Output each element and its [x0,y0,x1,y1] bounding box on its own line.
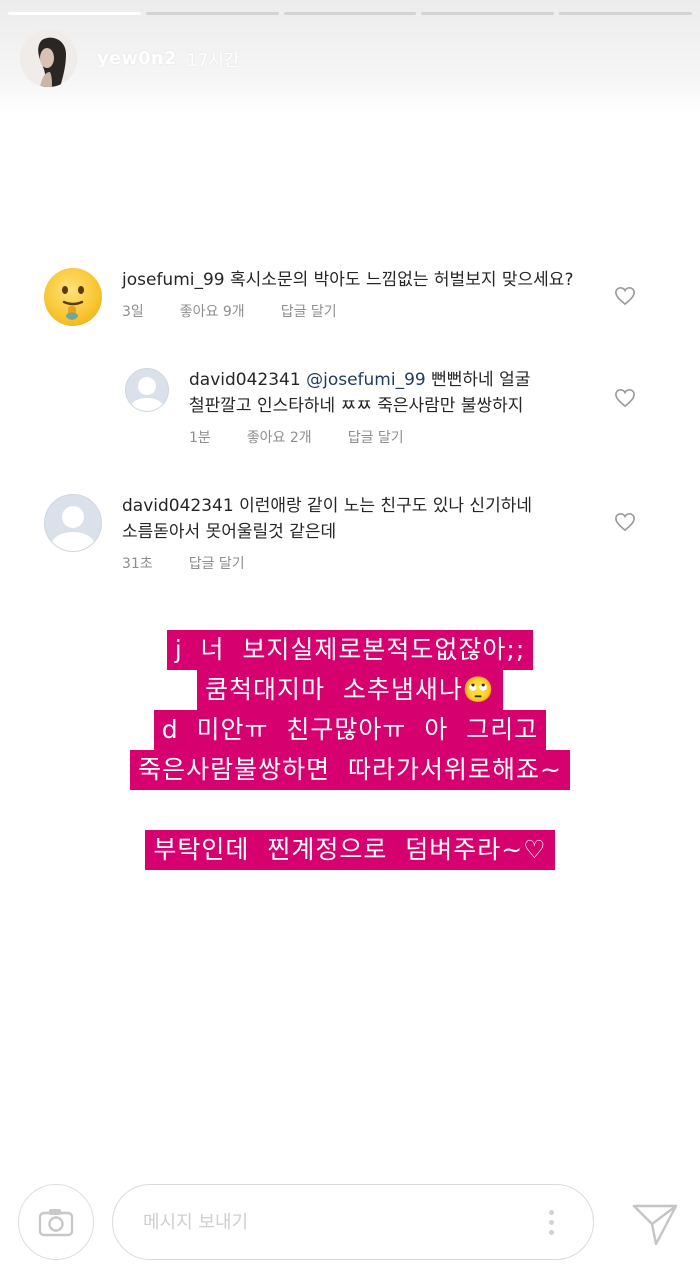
comment-username[interactable]: josefumi_99 [122,270,225,290]
thinking-face-emoji-icon [62,286,84,320]
overlay-text-line: d 미안ㅠ 친구많아ㅠ 아 그리고 [153,710,547,750]
commenter-avatar[interactable] [125,368,169,412]
avatar-photo [20,30,77,87]
comment-text: 뻔뻔하네 얼굴 [431,370,531,390]
mention-link[interactable]: @josefumi_99 [306,370,426,390]
comment-username[interactable]: david042341 [122,496,234,516]
comment-text: 소름돋아서 못어울릴것 같은데 [122,522,337,542]
progress-segment [421,12,555,15]
progress-segment [559,12,692,15]
story-user-avatar[interactable] [20,30,77,87]
comment-time: 1분 [189,430,211,446]
reply-comment-item: david042341 @josefumi_99 뻔뻔하네 얼굴 철판깔고 인스… [125,368,530,447]
overlay-text-line: j 너 보지실제로본적도없잖아;; [166,630,534,670]
camera-icon [38,1209,74,1237]
comment-text: 이런애랑 같이 노는 친구도 있나 신기하네 [239,496,532,516]
comment-likes[interactable]: 좋아요 9개 [180,301,245,321]
comment-time: 31초 [122,556,153,572]
send-icon[interactable] [630,1200,680,1248]
commenter-avatar[interactable] [44,494,102,552]
story-text-overlay: j 너 보지실제로본적도없잖아;; 쿰척대지마 소추냄새나🙄 d 미안ㅠ 친구많… [0,630,700,870]
story-header: yew0n2 17시간 [20,30,240,87]
story-timestamp: 17시간 [186,51,240,71]
progress-segment [8,12,141,15]
comment-text: 혹시소문의 박아도 느낌없는 허벌보지 맞으세요? [230,270,574,290]
overlay-text-line: 쿰척대지마 소추냄새나🙄 [196,670,504,710]
reply-button[interactable]: 답글 달기 [281,301,337,321]
overlay-text-line: 죽은사람불쌍하면 따라가서위로해죠~ [130,750,570,790]
heart-icon[interactable] [614,286,636,306]
heart-icon[interactable] [614,512,636,532]
story-username[interactable]: yew0n2 [97,48,177,69]
progress-fill [8,12,141,15]
comment-likes[interactable]: 좋아요 2개 [247,427,312,447]
comment-text: 철판깔고 인스타하네 ㅉㅉ 죽은사람만 불쌍하지 [189,396,524,416]
heart-icon[interactable] [614,388,636,408]
overlay-text-line: 부탁인데 찐계정으로 덤벼주라~♡ [145,830,555,870]
reply-button[interactable]: 답글 달기 [348,427,404,447]
comment-time: 3일 [122,304,144,320]
more-options-icon[interactable] [549,1210,555,1235]
comment-item: david042341 이런애랑 같이 노는 친구도 있나 신기하네 소름돋아서… [44,494,532,573]
message-input[interactable] [112,1184,594,1260]
commenter-avatar[interactable] [44,268,102,326]
eye-roll-emoji-icon: 🙄 [462,675,496,704]
comment-item: josefumi_99 혹시소문의 박아도 느낌없는 허벌보지 맞으세요? 3일… [44,268,573,326]
story-progress-bar [8,12,692,15]
reply-button[interactable]: 답글 달기 [189,553,245,573]
camera-button[interactable] [18,1184,94,1260]
progress-segment [283,12,417,15]
story-reply-bar [0,1180,700,1276]
comment-username[interactable]: david042341 [189,370,301,390]
progress-segment [145,12,279,15]
